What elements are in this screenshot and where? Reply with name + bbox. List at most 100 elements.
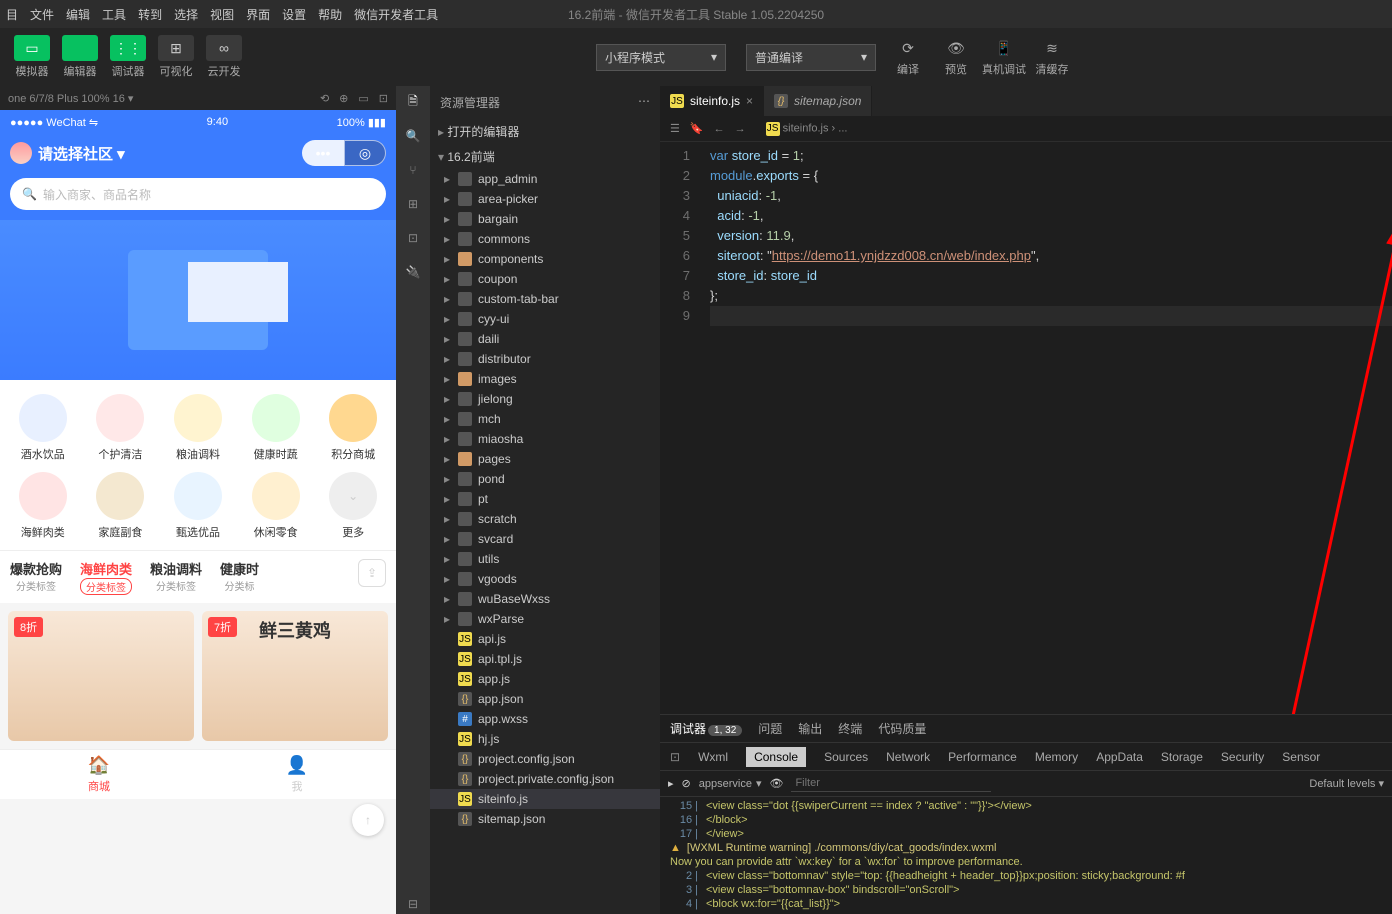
file-tree-item[interactable]: cyy-ui: [430, 309, 660, 329]
category-item[interactable]: 积分商城: [316, 394, 390, 462]
menu-item[interactable]: 转到: [138, 6, 162, 23]
devtools-subtab[interactable]: Storage: [1161, 750, 1203, 764]
git-icon[interactable]: ⑂: [403, 160, 423, 180]
toggle-sidebar-icon[interactable]: ▸: [668, 777, 674, 790]
devtools-subtab[interactable]: Sensor: [1282, 750, 1320, 764]
file-tree-item[interactable]: svcard: [430, 529, 660, 549]
toolbar-button[interactable]: ⋮⋮调试器: [106, 35, 150, 79]
category-item[interactable]: 粮油调料: [161, 394, 235, 462]
nav-item[interactable]: 👤我: [198, 750, 396, 799]
share-icon[interactable]: ⇪: [358, 559, 386, 587]
capsule-menu-icon[interactable]: •••: [302, 140, 344, 166]
more-icon[interactable]: ⋯: [638, 94, 650, 111]
menu-item[interactable]: 文件: [30, 6, 54, 23]
capsule-close-icon[interactable]: ◎: [344, 140, 386, 166]
menu-item[interactable]: 选择: [174, 6, 198, 23]
file-tree-item[interactable]: commons: [430, 229, 660, 249]
explorer-icon[interactable]: 🗎: [403, 92, 423, 112]
file-tree-item[interactable]: {}app.json: [430, 689, 660, 709]
devtools-subtab[interactable]: Security: [1221, 750, 1264, 764]
file-tree-item[interactable]: components: [430, 249, 660, 269]
compile-select[interactable]: 普通编译▾: [746, 44, 876, 71]
search-input[interactable]: 🔍 输入商家、商品名称: [10, 178, 386, 210]
mode-select[interactable]: 小程序模式▾: [596, 44, 726, 71]
file-tree-item[interactable]: #app.wxss: [430, 709, 660, 729]
console-filter[interactable]: [791, 775, 991, 792]
file-tree-item[interactable]: daili: [430, 329, 660, 349]
devtools-subtab[interactable]: Console: [746, 747, 806, 767]
forward-icon[interactable]: →: [735, 123, 746, 135]
file-tree-item[interactable]: {}project.private.config.json: [430, 769, 660, 789]
devtools-subtab[interactable]: AppData: [1096, 750, 1143, 764]
category-item[interactable]: 健康时蔬: [239, 394, 313, 462]
category-item[interactable]: ⌄更多: [316, 472, 390, 540]
file-tree-item[interactable]: pages: [430, 449, 660, 469]
product-card[interactable]: 8折: [8, 611, 194, 741]
product-card[interactable]: 7折鲜三黄鸡: [202, 611, 388, 741]
toolbar-button[interactable]: ⟳编译: [886, 37, 930, 77]
devtools-subtab[interactable]: Network: [886, 750, 930, 764]
device-selector[interactable]: one 6/7/8 Plus 100% 16 ▾: [8, 92, 133, 105]
file-tree-item[interactable]: {}project.config.json: [430, 749, 660, 769]
toolbar-button[interactable]: ≋清缓存: [1030, 37, 1074, 77]
open-editors-section[interactable]: 打开的编辑器: [430, 119, 660, 144]
devtools-subtab[interactable]: Wxml: [698, 750, 728, 764]
category-item[interactable]: 家庭副食: [84, 472, 158, 540]
toolbar-button[interactable]: 👁预览: [934, 37, 978, 77]
project-root[interactable]: 16.2前端: [430, 144, 660, 169]
toolbar-button[interactable]: 编辑器: [58, 35, 102, 79]
nav-item[interactable]: 🏠商城: [0, 750, 198, 799]
menu-item[interactable]: 设置: [282, 6, 306, 23]
outline-icon[interactable]: ☰: [670, 122, 680, 135]
category-item[interactable]: 海鲜肉类: [6, 472, 80, 540]
menu-item[interactable]: 帮助: [318, 6, 342, 23]
file-tree-item[interactable]: images: [430, 369, 660, 389]
bookmark-icon[interactable]: 🔖: [690, 122, 704, 135]
plugin-icon[interactable]: 🔌: [403, 262, 423, 282]
npm-icon[interactable]: ⊡: [403, 228, 423, 248]
toolbar-button[interactable]: ▭模拟器: [10, 35, 54, 79]
file-tree-item[interactable]: coupon: [430, 269, 660, 289]
category-tab[interactable]: 爆款抢购分类标签: [10, 559, 62, 595]
file-tree-item[interactable]: wuBaseWxss: [430, 589, 660, 609]
avatar[interactable]: [10, 142, 32, 164]
console-output[interactable]: 15 | <view class="dot {{swiperCurrent ==…: [660, 797, 1392, 914]
file-tree-item[interactable]: distributor: [430, 349, 660, 369]
file-tree-item[interactable]: jielong: [430, 389, 660, 409]
toolbar-button[interactable]: ∞云开发: [202, 35, 246, 79]
category-tab[interactable]: 粮油调料分类标签: [150, 559, 202, 595]
devtools-tab[interactable]: 输出: [798, 720, 822, 737]
devtools-tab[interactable]: 代码质量: [878, 720, 926, 737]
toolbar-button[interactable]: 📱真机调试: [982, 37, 1026, 77]
file-tree-item[interactable]: miaosha: [430, 429, 660, 449]
file-tree-item[interactable]: JSapi.tpl.js: [430, 649, 660, 669]
menu-item[interactable]: 视图: [210, 6, 234, 23]
toolbar-button[interactable]: ⊞可视化: [154, 35, 198, 79]
sim-more-icon[interactable]: ⊡: [379, 92, 388, 105]
editor-tab[interactable]: JSsiteinfo.js×: [660, 86, 764, 116]
menu-item[interactable]: 微信开发者工具: [354, 6, 438, 23]
devtools-subtab[interactable]: Sources: [824, 750, 868, 764]
clear-console-icon[interactable]: ⊘: [682, 777, 691, 790]
file-tree-item[interactable]: pond: [430, 469, 660, 489]
category-tab[interactable]: 健康时分类标: [220, 559, 259, 595]
menu-item[interactable]: 编辑: [66, 6, 90, 23]
devtools-tab[interactable]: 调试器1, 32: [670, 720, 742, 737]
sim-home-icon[interactable]: ⊕: [339, 92, 348, 105]
file-tree-item[interactable]: JSapi.js: [430, 629, 660, 649]
file-tree-item[interactable]: pt: [430, 489, 660, 509]
devtools-subtab[interactable]: Memory: [1035, 750, 1078, 764]
menu-item[interactable]: 界面: [246, 6, 270, 23]
category-item[interactable]: 个护清洁: [84, 394, 158, 462]
close-icon[interactable]: ×: [746, 94, 753, 108]
file-tree-item[interactable]: JSapp.js: [430, 669, 660, 689]
devtools-tab[interactable]: 问题: [758, 720, 782, 737]
collapse-icon[interactable]: ⊟: [403, 894, 423, 914]
inspect-icon[interactable]: ⊡: [670, 750, 680, 764]
editor-tab[interactable]: {}sitemap.json: [764, 86, 872, 116]
file-tree-item[interactable]: custom-tab-bar: [430, 289, 660, 309]
location-selector[interactable]: 请选择社区 ▾: [38, 143, 125, 164]
back-to-top-icon[interactable]: ↑: [352, 804, 384, 836]
file-tree-item[interactable]: JShj.js: [430, 729, 660, 749]
file-tree-item[interactable]: JSsiteinfo.js: [430, 789, 660, 809]
